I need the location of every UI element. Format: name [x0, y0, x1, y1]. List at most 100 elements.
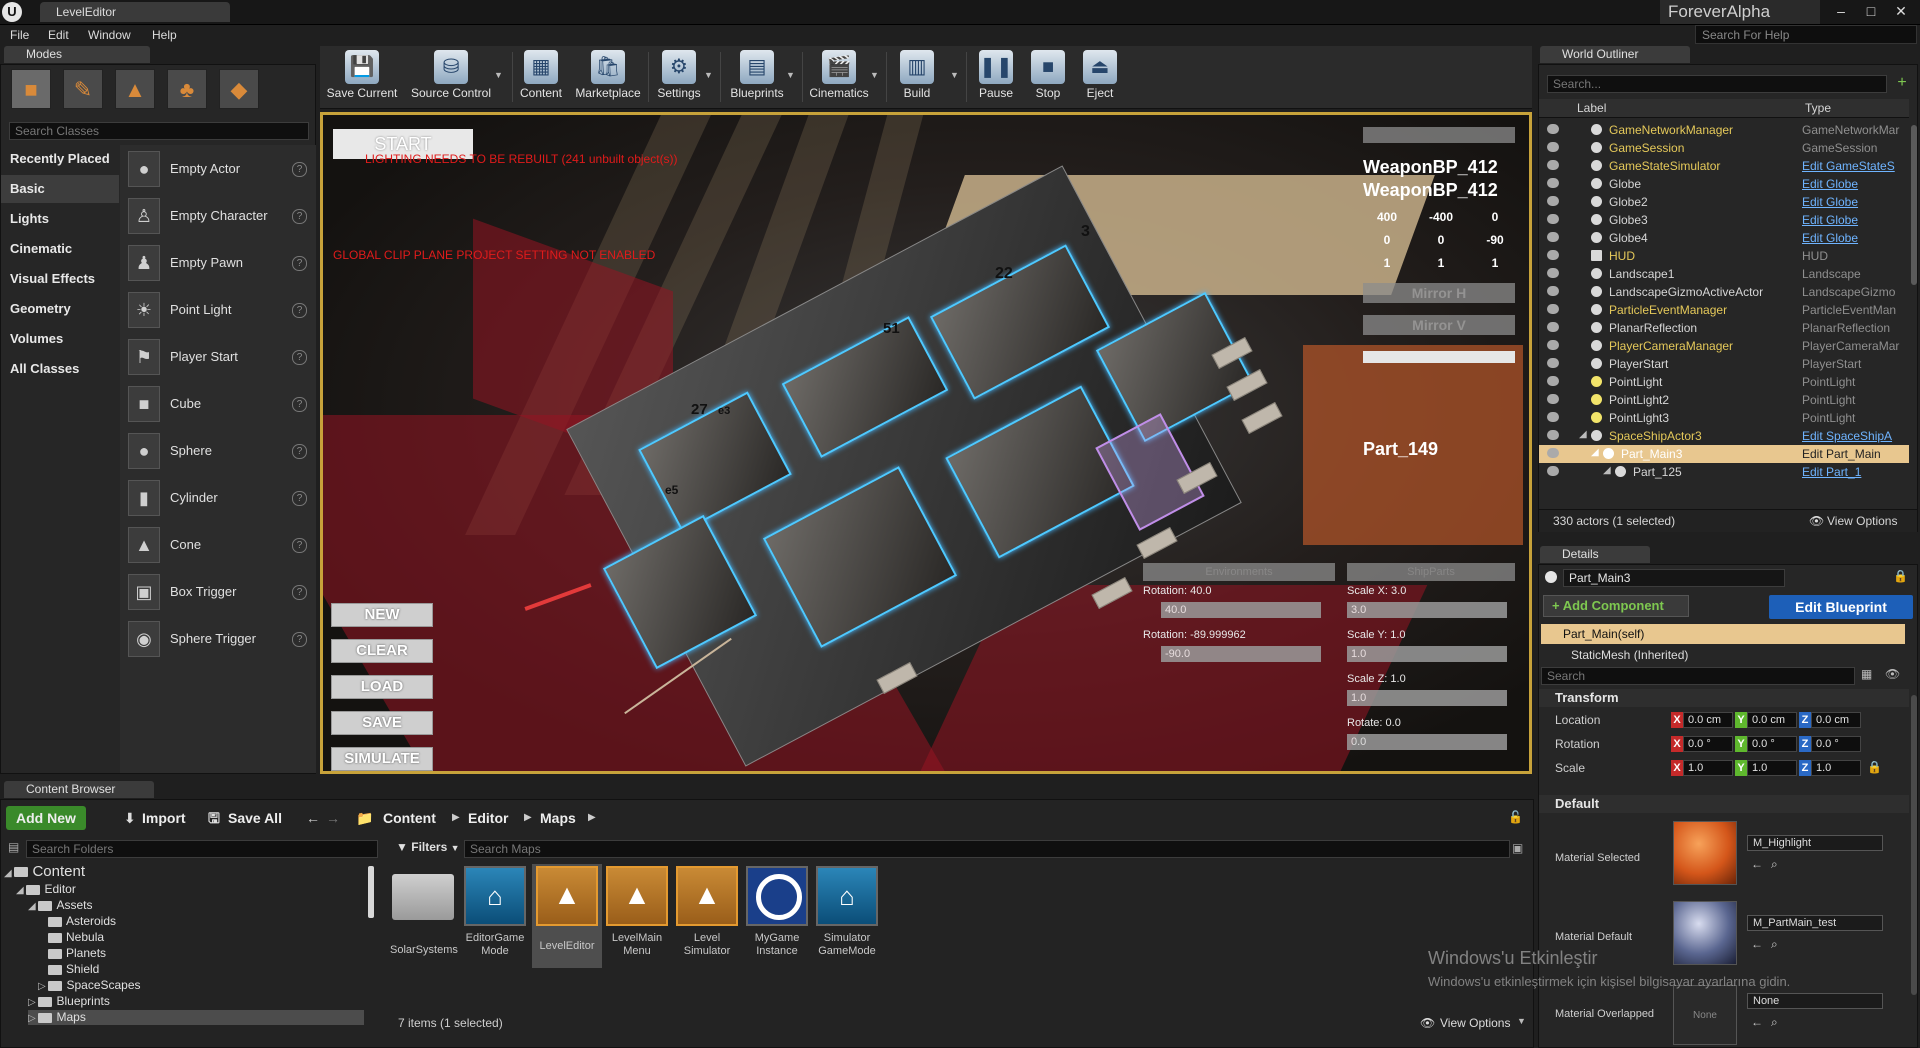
load-button[interactable]: LOAD	[331, 675, 433, 699]
chevron-down-icon[interactable]: ▼	[786, 70, 795, 80]
breadcrumb-editor[interactable]: Editor	[468, 806, 508, 830]
visibility-eye-icon[interactable]	[1547, 250, 1559, 260]
tree-item-asteroids[interactable]: Asteroids	[48, 914, 116, 929]
minimize-icon[interactable]: –	[1828, 2, 1854, 20]
visibility-eye-icon[interactable]	[1547, 268, 1559, 278]
asset-simulatorgamemode[interactable]: ⌂ Simulator GameMode	[814, 866, 880, 958]
save-current-button[interactable]: 💾 Save Current	[326, 46, 398, 108]
actor-name-field[interactable]: Part_Main3	[1563, 569, 1785, 587]
search-classes-input[interactable]: Search Classes	[9, 122, 309, 140]
material-selected-thumbnail[interactable]	[1673, 821, 1737, 885]
place-item-point-light[interactable]: ☀ Point Light?	[126, 288, 316, 332]
visibility-eye-icon[interactable]	[1547, 178, 1559, 188]
outliner-row[interactable]: PointLight2 PointLight	[1539, 391, 1909, 409]
expand-arrow-icon[interactable]: ◢	[1579, 429, 1587, 440]
edit-blueprint-button[interactable]: Edit Blueprint	[1769, 595, 1913, 619]
rotation-z-field[interactable]: 0.0 °	[1811, 736, 1861, 752]
outliner-row-selected[interactable]: ◢ Part_Main3 Edit Part_Main	[1539, 445, 1909, 463]
default-section[interactable]: Default	[1539, 795, 1909, 813]
component-static-mesh[interactable]: StaticMesh (Inherited)	[1541, 646, 1905, 664]
tree-item-spacescapes[interactable]: ▷ SpaceScapes	[38, 978, 141, 993]
simulate-button[interactable]: SIMULATE	[331, 747, 433, 771]
outliner-row[interactable]: GameSession GameSession	[1539, 139, 1909, 157]
lock-icon[interactable]: 🔒	[1867, 760, 1882, 774]
outliner-row[interactable]: Globe4 Edit Globe	[1539, 229, 1909, 247]
outliner-row[interactable]: ◢ Part_125 Edit Part_1	[1539, 463, 1909, 481]
weapon-dropdown[interactable]	[1363, 351, 1515, 363]
category-visual-effects[interactable]: Visual Effects	[1, 265, 119, 293]
chevron-down-icon[interactable]: ▼	[494, 70, 503, 80]
chevron-down-icon[interactable]: ▼	[870, 70, 879, 80]
help-icon[interactable]: ?	[292, 397, 307, 412]
pause-button[interactable]: ❚❚ Pause	[972, 46, 1020, 108]
outliner-row[interactable]: GameStateSimulator Edit GameStateS	[1539, 157, 1909, 175]
outliner-row[interactable]: HUD HUD	[1539, 247, 1909, 265]
visibility-eye-icon[interactable]	[1547, 448, 1559, 458]
outliner-row[interactable]: PointLight3 PointLight	[1539, 409, 1909, 427]
place-item-empty-actor[interactable]: ● Empty Actor?	[126, 147, 316, 191]
asset-leveleditor[interactable]: ▲ LevelEditor	[534, 866, 600, 953]
material-default-dropdown[interactable]: M_PartMain_test	[1747, 915, 1883, 931]
tree-item-nebula[interactable]: Nebula	[48, 930, 104, 945]
component-self[interactable]: Part_Main(self)	[1541, 624, 1905, 644]
category-geometry[interactable]: Geometry	[1, 295, 119, 323]
level-viewport[interactable]: 3 22 51 27 e5 e3 START LIGHTING NEEDS TO…	[320, 112, 1532, 774]
visibility-eye-icon[interactable]	[1547, 358, 1559, 368]
menu-edit[interactable]: Edit	[48, 25, 69, 45]
save-button[interactable]: SAVE	[331, 711, 433, 735]
tree-item-shield[interactable]: Shield	[48, 962, 99, 977]
breadcrumb-maps[interactable]: Maps	[540, 806, 576, 830]
expand-arrow-icon[interactable]: ◢	[1603, 465, 1611, 476]
asset-mygameinstance[interactable]: MyGame Instance	[744, 866, 810, 958]
view-options-button[interactable]: View Options	[1440, 1016, 1510, 1030]
scale-z-field[interactable]: 1.0	[1347, 690, 1507, 706]
visibility-eye-icon[interactable]	[1547, 160, 1559, 170]
search-icon[interactable]: ⌕	[1771, 857, 1778, 872]
place-item-cube[interactable]: ■ Cube?	[126, 382, 316, 426]
place-item-empty-character[interactable]: ♙ Empty Character?	[126, 194, 316, 238]
outliner-row[interactable]: PlayerStart PlayerStart	[1539, 355, 1909, 373]
content-browser-tab[interactable]: Content Browser	[4, 781, 154, 798]
visibility-eye-icon[interactable]	[1547, 142, 1559, 152]
material-overlapped-dropdown[interactable]: None	[1747, 993, 1883, 1009]
marketplace-button[interactable]: 🛍 Marketplace	[572, 46, 644, 108]
search-folders-input[interactable]: Search Folders	[26, 840, 378, 858]
scale-label[interactable]: Scale	[1555, 761, 1585, 775]
asset-levelsimulator[interactable]: ▲ Level Simulator	[674, 866, 740, 958]
eject-button[interactable]: ⏏ Eject	[1076, 46, 1124, 108]
menu-help[interactable]: Help	[152, 25, 177, 45]
category-basic[interactable]: Basic	[1, 175, 119, 203]
menu-window[interactable]: Window	[88, 25, 131, 45]
modes-tab[interactable]: Modes	[4, 46, 150, 63]
visibility-eye-icon[interactable]	[1547, 430, 1559, 440]
outliner-row[interactable]: Globe3 Edit Globe	[1539, 211, 1909, 229]
place-mode-icon[interactable]: ■	[11, 69, 51, 109]
location-x-field[interactable]: 0.0 cm	[1683, 712, 1733, 728]
visibility-eye-icon[interactable]	[1547, 340, 1559, 350]
help-icon[interactable]: ?	[292, 162, 307, 177]
outliner-row[interactable]: ◢ SpaceShipActor3 Edit SpaceShipA	[1539, 427, 1909, 445]
grid-view-icon[interactable]: ▦	[1861, 667, 1872, 681]
add-new-button[interactable]: Add New	[6, 806, 86, 830]
visibility-eye-icon[interactable]	[1547, 412, 1559, 422]
content-button[interactable]: ▦ Content	[516, 46, 566, 108]
back-arrow-icon[interactable]: ←	[306, 806, 320, 830]
rotation-field[interactable]: 40.0	[1161, 602, 1321, 618]
outliner-search-input[interactable]: Search...	[1547, 75, 1887, 93]
material-overlapped-thumbnail[interactable]: None	[1673, 985, 1737, 1045]
column-type[interactable]: Type	[1805, 101, 1831, 115]
build-button[interactable]: ▥ Build	[892, 46, 942, 108]
asset-editorgamemode[interactable]: ⌂ EditorGame Mode	[462, 866, 528, 958]
details-scrollbar[interactable]	[1911, 695, 1917, 995]
material-selected-dropdown[interactable]: M_Highlight	[1747, 835, 1883, 851]
paint-mode-icon[interactable]: ✎	[63, 69, 103, 109]
transform-section[interactable]: Transform	[1539, 689, 1909, 707]
search-icon[interactable]: ⌕	[1771, 1015, 1778, 1030]
rotate-field[interactable]: 0.0	[1347, 734, 1507, 750]
add-icon[interactable]: +	[1893, 74, 1911, 92]
lock-icon[interactable]: 🔒	[1893, 569, 1908, 583]
help-icon[interactable]: ?	[292, 444, 307, 459]
chevron-down-icon[interactable]: ▼	[704, 70, 713, 80]
landscape-mode-icon[interactable]: ▲	[115, 69, 155, 109]
help-icon[interactable]: ?	[292, 585, 307, 600]
